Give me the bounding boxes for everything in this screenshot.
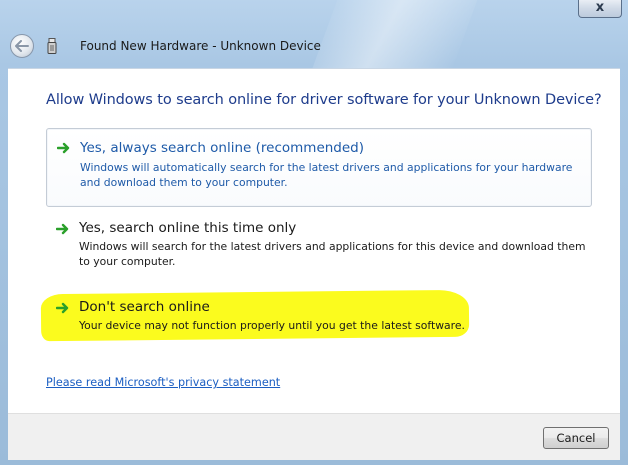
option-title: Don't search online <box>79 299 210 315</box>
option-description: Windows will automatically search for th… <box>80 161 573 189</box>
back-arrow-icon <box>15 40 29 52</box>
option-title: Yes, search online this time only <box>79 220 297 236</box>
green-arrow-icon <box>56 302 69 314</box>
green-arrow-icon <box>56 223 69 235</box>
close-icon: x <box>595 0 605 15</box>
privacy-statement-link[interactable]: Please read Microsoft's privacy statemen… <box>46 376 280 389</box>
cancel-button[interactable]: Cancel <box>543 427 609 449</box>
page-title: Allow Windows to search online for drive… <box>46 92 602 108</box>
option-dont-search-online[interactable]: Don't search online Your device may not … <box>46 289 592 345</box>
option-always-search-online[interactable]: Yes, always search online (recommended) … <box>46 128 592 207</box>
window-title: Found New Hardware - Unknown Device <box>80 39 321 53</box>
title-bar: Found New Hardware - Unknown Device <box>0 28 628 66</box>
usb-device-icon <box>47 38 57 54</box>
window-frame: x Found New Hardware - Unknown Device Al… <box>0 0 628 465</box>
back-button[interactable] <box>10 34 34 58</box>
dialog-footer: Cancel <box>8 413 620 460</box>
dialog-content: Allow Windows to search online for drive… <box>8 68 620 413</box>
option-description: Windows will search for the latest drive… <box>79 240 586 268</box>
option-title: Yes, always search online (recommended) <box>80 140 365 156</box>
option-search-online-this-time[interactable]: Yes, search online this time only Window… <box>46 210 592 276</box>
option-description: Your device may not function properly un… <box>79 319 465 332</box>
close-button[interactable]: x <box>578 0 622 18</box>
green-arrow-icon <box>57 142 70 154</box>
